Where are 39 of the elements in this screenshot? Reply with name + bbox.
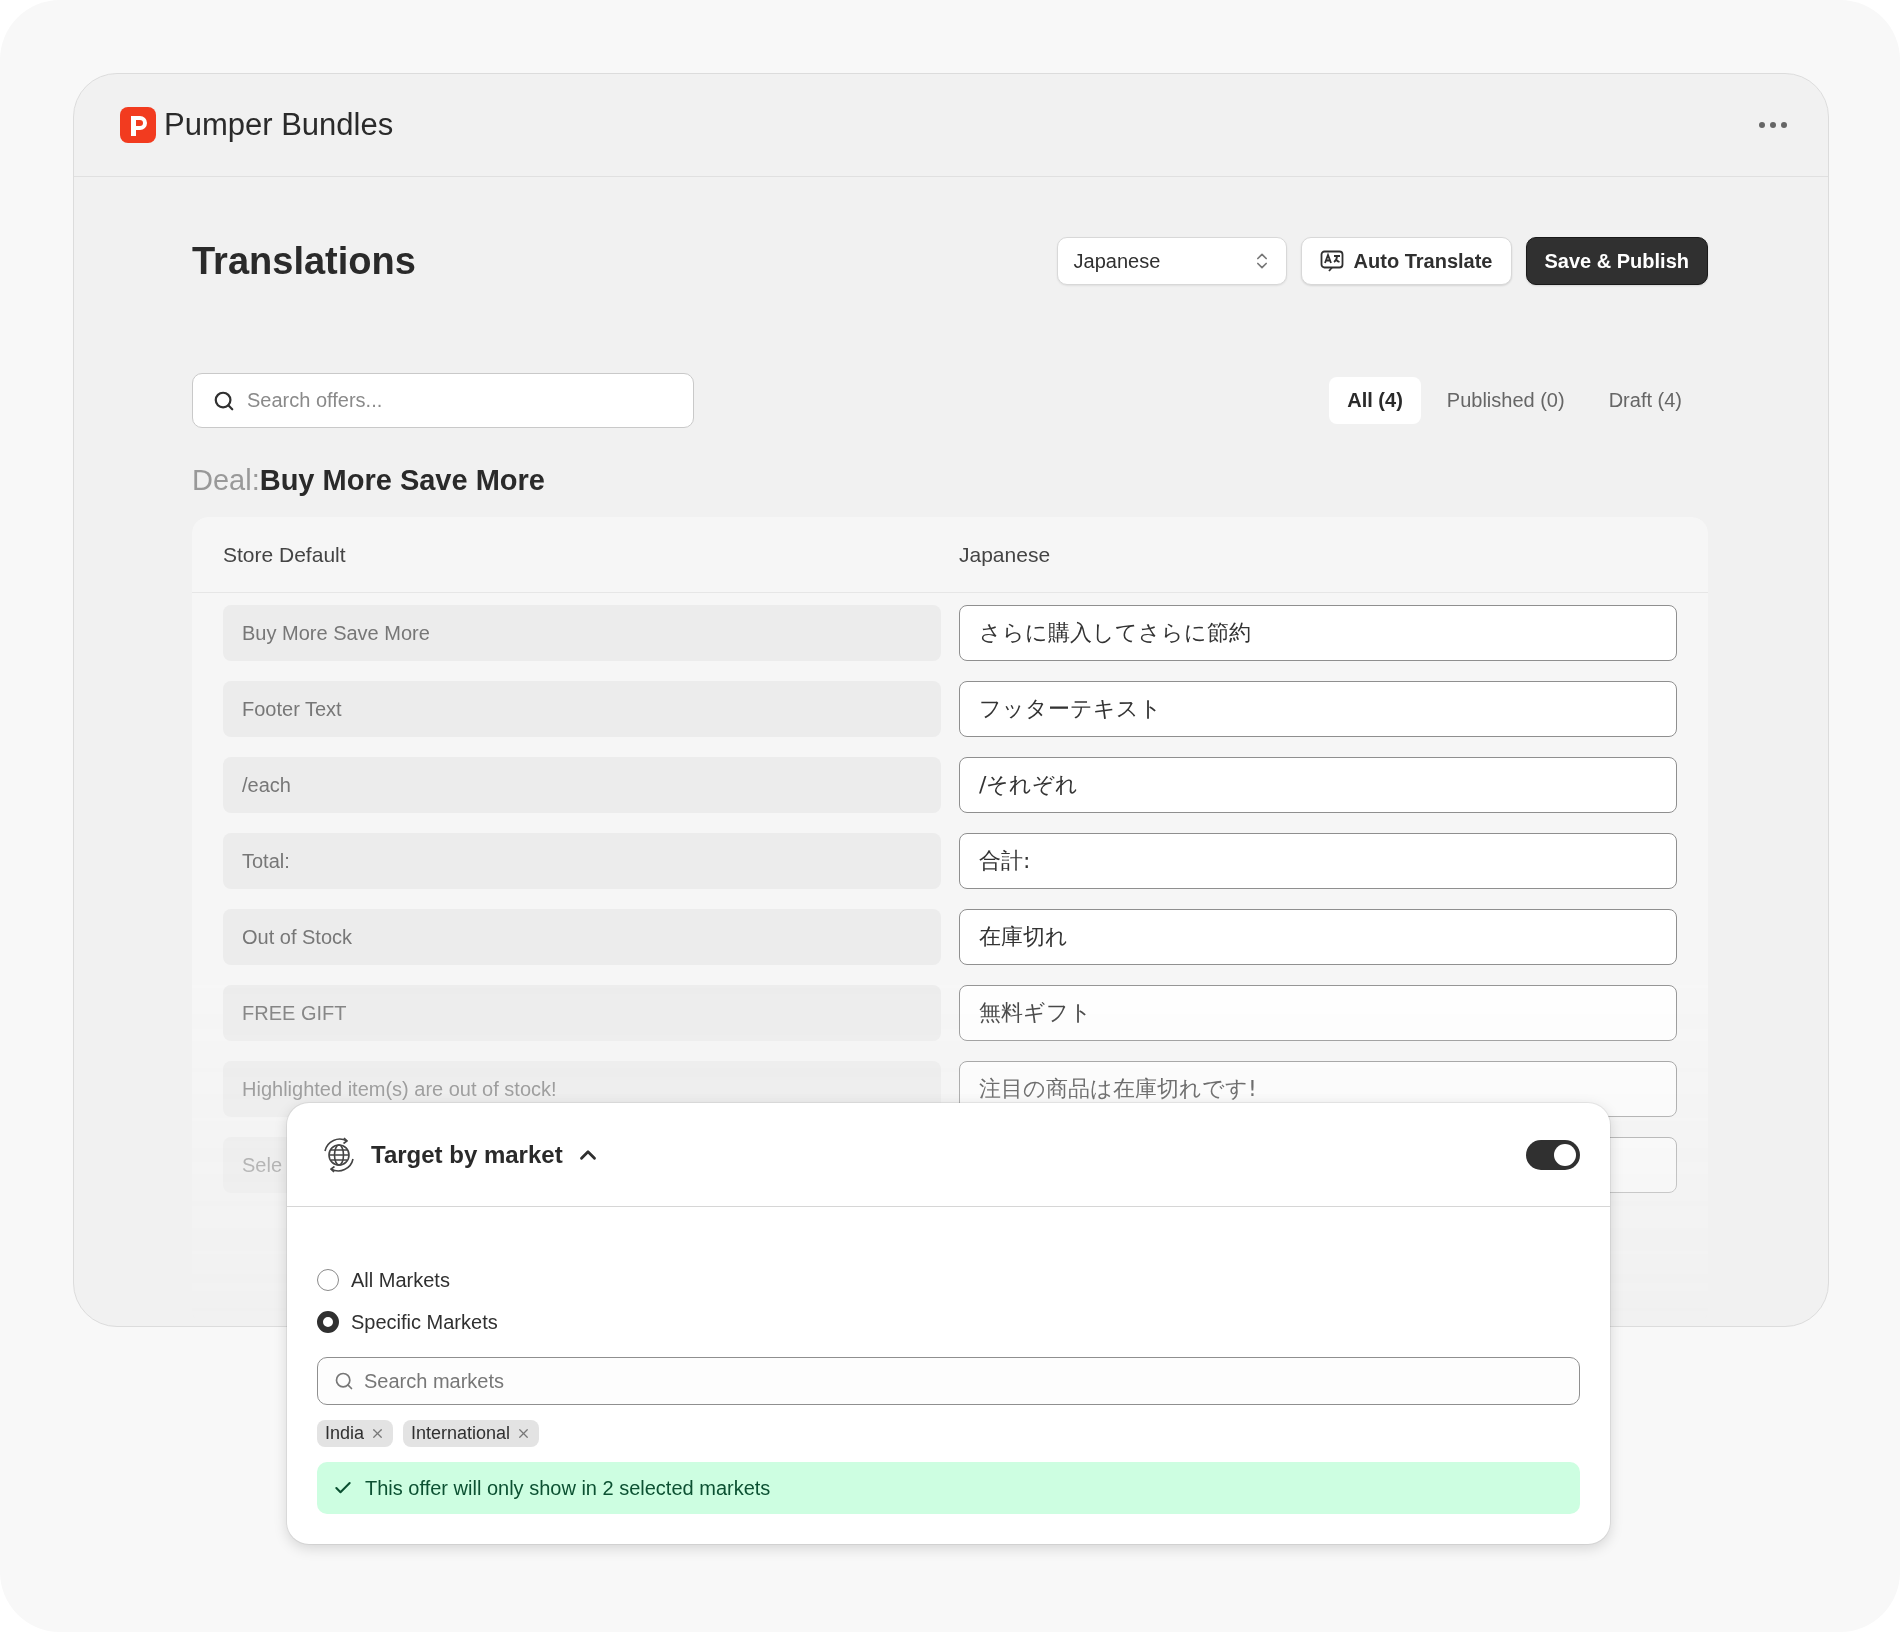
translation-field[interactable]: 無料ギフト <box>959 985 1677 1041</box>
deal-heading: Deal:Buy More Save More <box>192 464 546 497</box>
source-field: Footer Text <box>223 681 941 737</box>
translation-field[interactable]: /それぞれ <box>959 757 1677 813</box>
save-publish-button[interactable]: Save & Publish <box>1525 237 1708 285</box>
translation-field[interactable]: 在庫切れ <box>959 909 1677 965</box>
radio-button[interactable] <box>317 1311 339 1333</box>
translation-field[interactable]: さらに購入してさらに節約 <box>959 605 1677 661</box>
panel-title: Target by market <box>371 1140 563 1169</box>
column-header: Store Default <box>223 542 347 567</box>
filter-tab[interactable]: All (4) <box>1329 377 1421 424</box>
logo-icon <box>120 107 156 143</box>
notice-text: This offer will only show in 2 selected markets <box>365 1476 771 1500</box>
app-name: Pumper Bundles <box>164 107 395 143</box>
source-field: Total: <box>223 833 941 889</box>
source-field: FREE GIFT <box>223 985 941 1041</box>
market-option[interactable]: Specific Markets <box>317 1301 1580 1343</box>
filter-tab[interactable]: Published (0) <box>1428 377 1583 424</box>
search-icon <box>213 389 235 412</box>
column-header: Japanese <box>959 542 1052 567</box>
filter-tab[interactable]: Draft (4) <box>1590 377 1700 424</box>
page-title: Translations <box>192 239 417 283</box>
tag-label: India <box>325 1423 365 1444</box>
radio-button[interactable] <box>317 1269 339 1291</box>
tag-label: International <box>411 1423 511 1444</box>
source-field: /each <box>223 757 941 813</box>
auto-translate-button[interactable]: Auto Translate <box>1300 237 1512 285</box>
search-icon <box>334 1371 354 1391</box>
market-option[interactable]: All Markets <box>317 1259 1580 1301</box>
translation-field[interactable]: フッターテキスト <box>959 681 1677 737</box>
market-search-field[interactable]: Search markets <box>317 1357 1580 1405</box>
source-field: Buy More Save More <box>223 605 941 661</box>
translate-icon <box>1319 250 1344 272</box>
source-field: Out of Stock <box>223 909 941 965</box>
more-icon[interactable] <box>1758 121 1788 129</box>
language-select[interactable]: Japanese <box>1056 237 1287 285</box>
translation-field[interactable]: 合計: <box>959 833 1677 889</box>
market-toggle[interactable] <box>1526 1139 1580 1170</box>
search-field[interactable]: Search offers... <box>192 373 694 428</box>
